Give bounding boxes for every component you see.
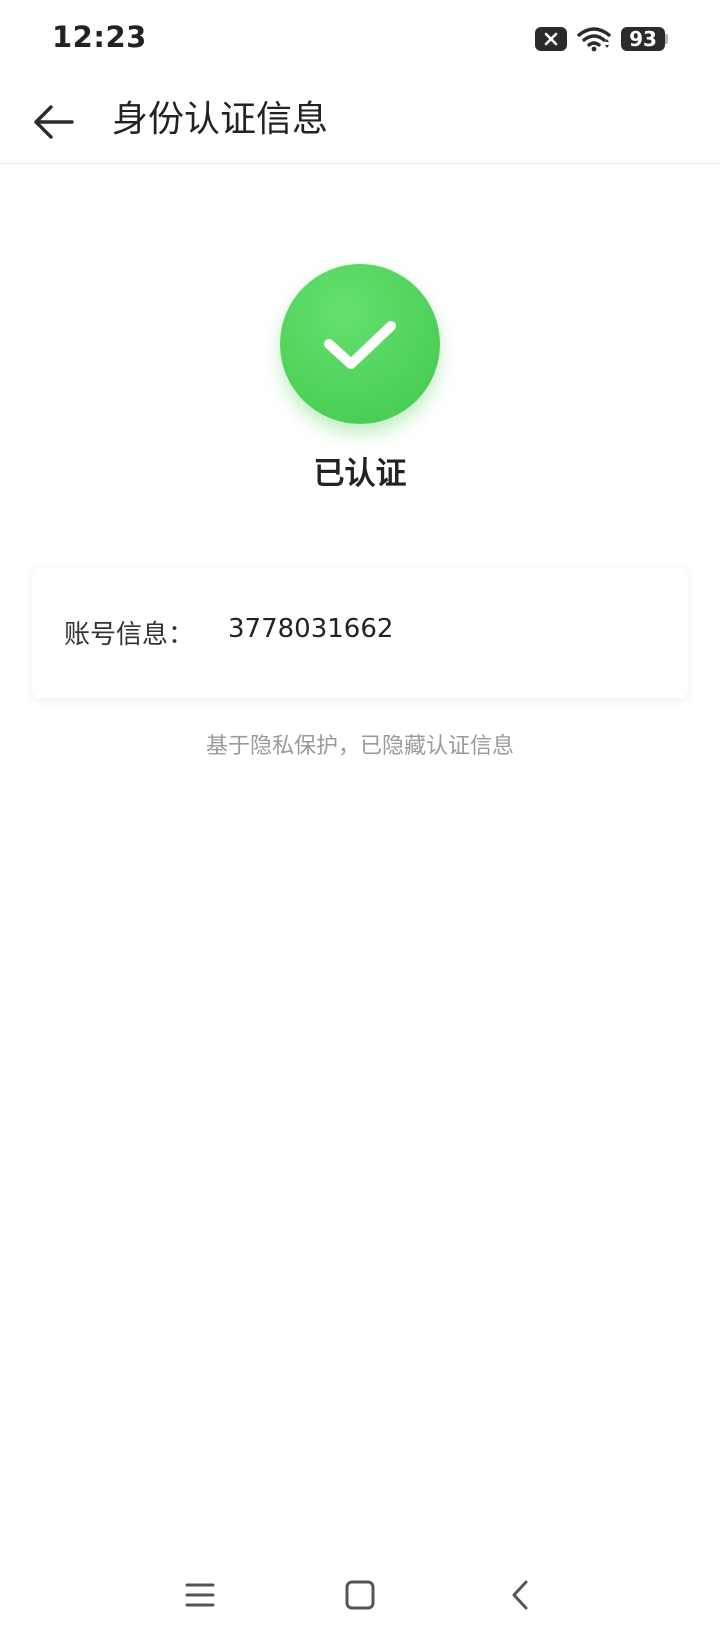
title-bar: 身份认证信息 (0, 80, 720, 164)
navigation-bar (0, 1560, 720, 1630)
nav-back-button[interactable] (492, 1570, 548, 1620)
status-time: 12:23 (52, 20, 147, 54)
check-circle-icon (280, 264, 440, 424)
recent-apps-button[interactable] (172, 1570, 228, 1620)
home-button[interactable] (332, 1570, 388, 1620)
sim-error-icon (535, 27, 567, 51)
battery-tip (665, 34, 668, 44)
menu-icon (185, 1583, 215, 1607)
page-title: 身份认证信息 (112, 99, 329, 140)
account-info-label: 账号信息： (64, 620, 195, 650)
battery-level: 93 (621, 27, 665, 51)
privacy-note: 基于隐私保护，已隐藏认证信息 (205, 734, 514, 759)
screen: 12:23 93 身份认证信息 已认证 账号信息： 3778031662 基于隐… (0, 0, 720, 1640)
wifi-icon (577, 26, 611, 52)
arrow-left-icon (34, 105, 74, 139)
status-bar: 12:23 93 (0, 0, 720, 80)
back-icon (512, 1580, 528, 1610)
checkmark-icon (324, 321, 396, 369)
back-button[interactable] (22, 90, 86, 154)
account-info-card: 账号信息： 3778031662 (32, 568, 688, 698)
verification-status: 已认证 (313, 456, 407, 492)
home-icon (345, 1580, 375, 1610)
account-info-value: 3778031662 (228, 614, 394, 644)
status-icons: 93 (535, 24, 668, 54)
battery-icon: 93 (621, 27, 668, 51)
